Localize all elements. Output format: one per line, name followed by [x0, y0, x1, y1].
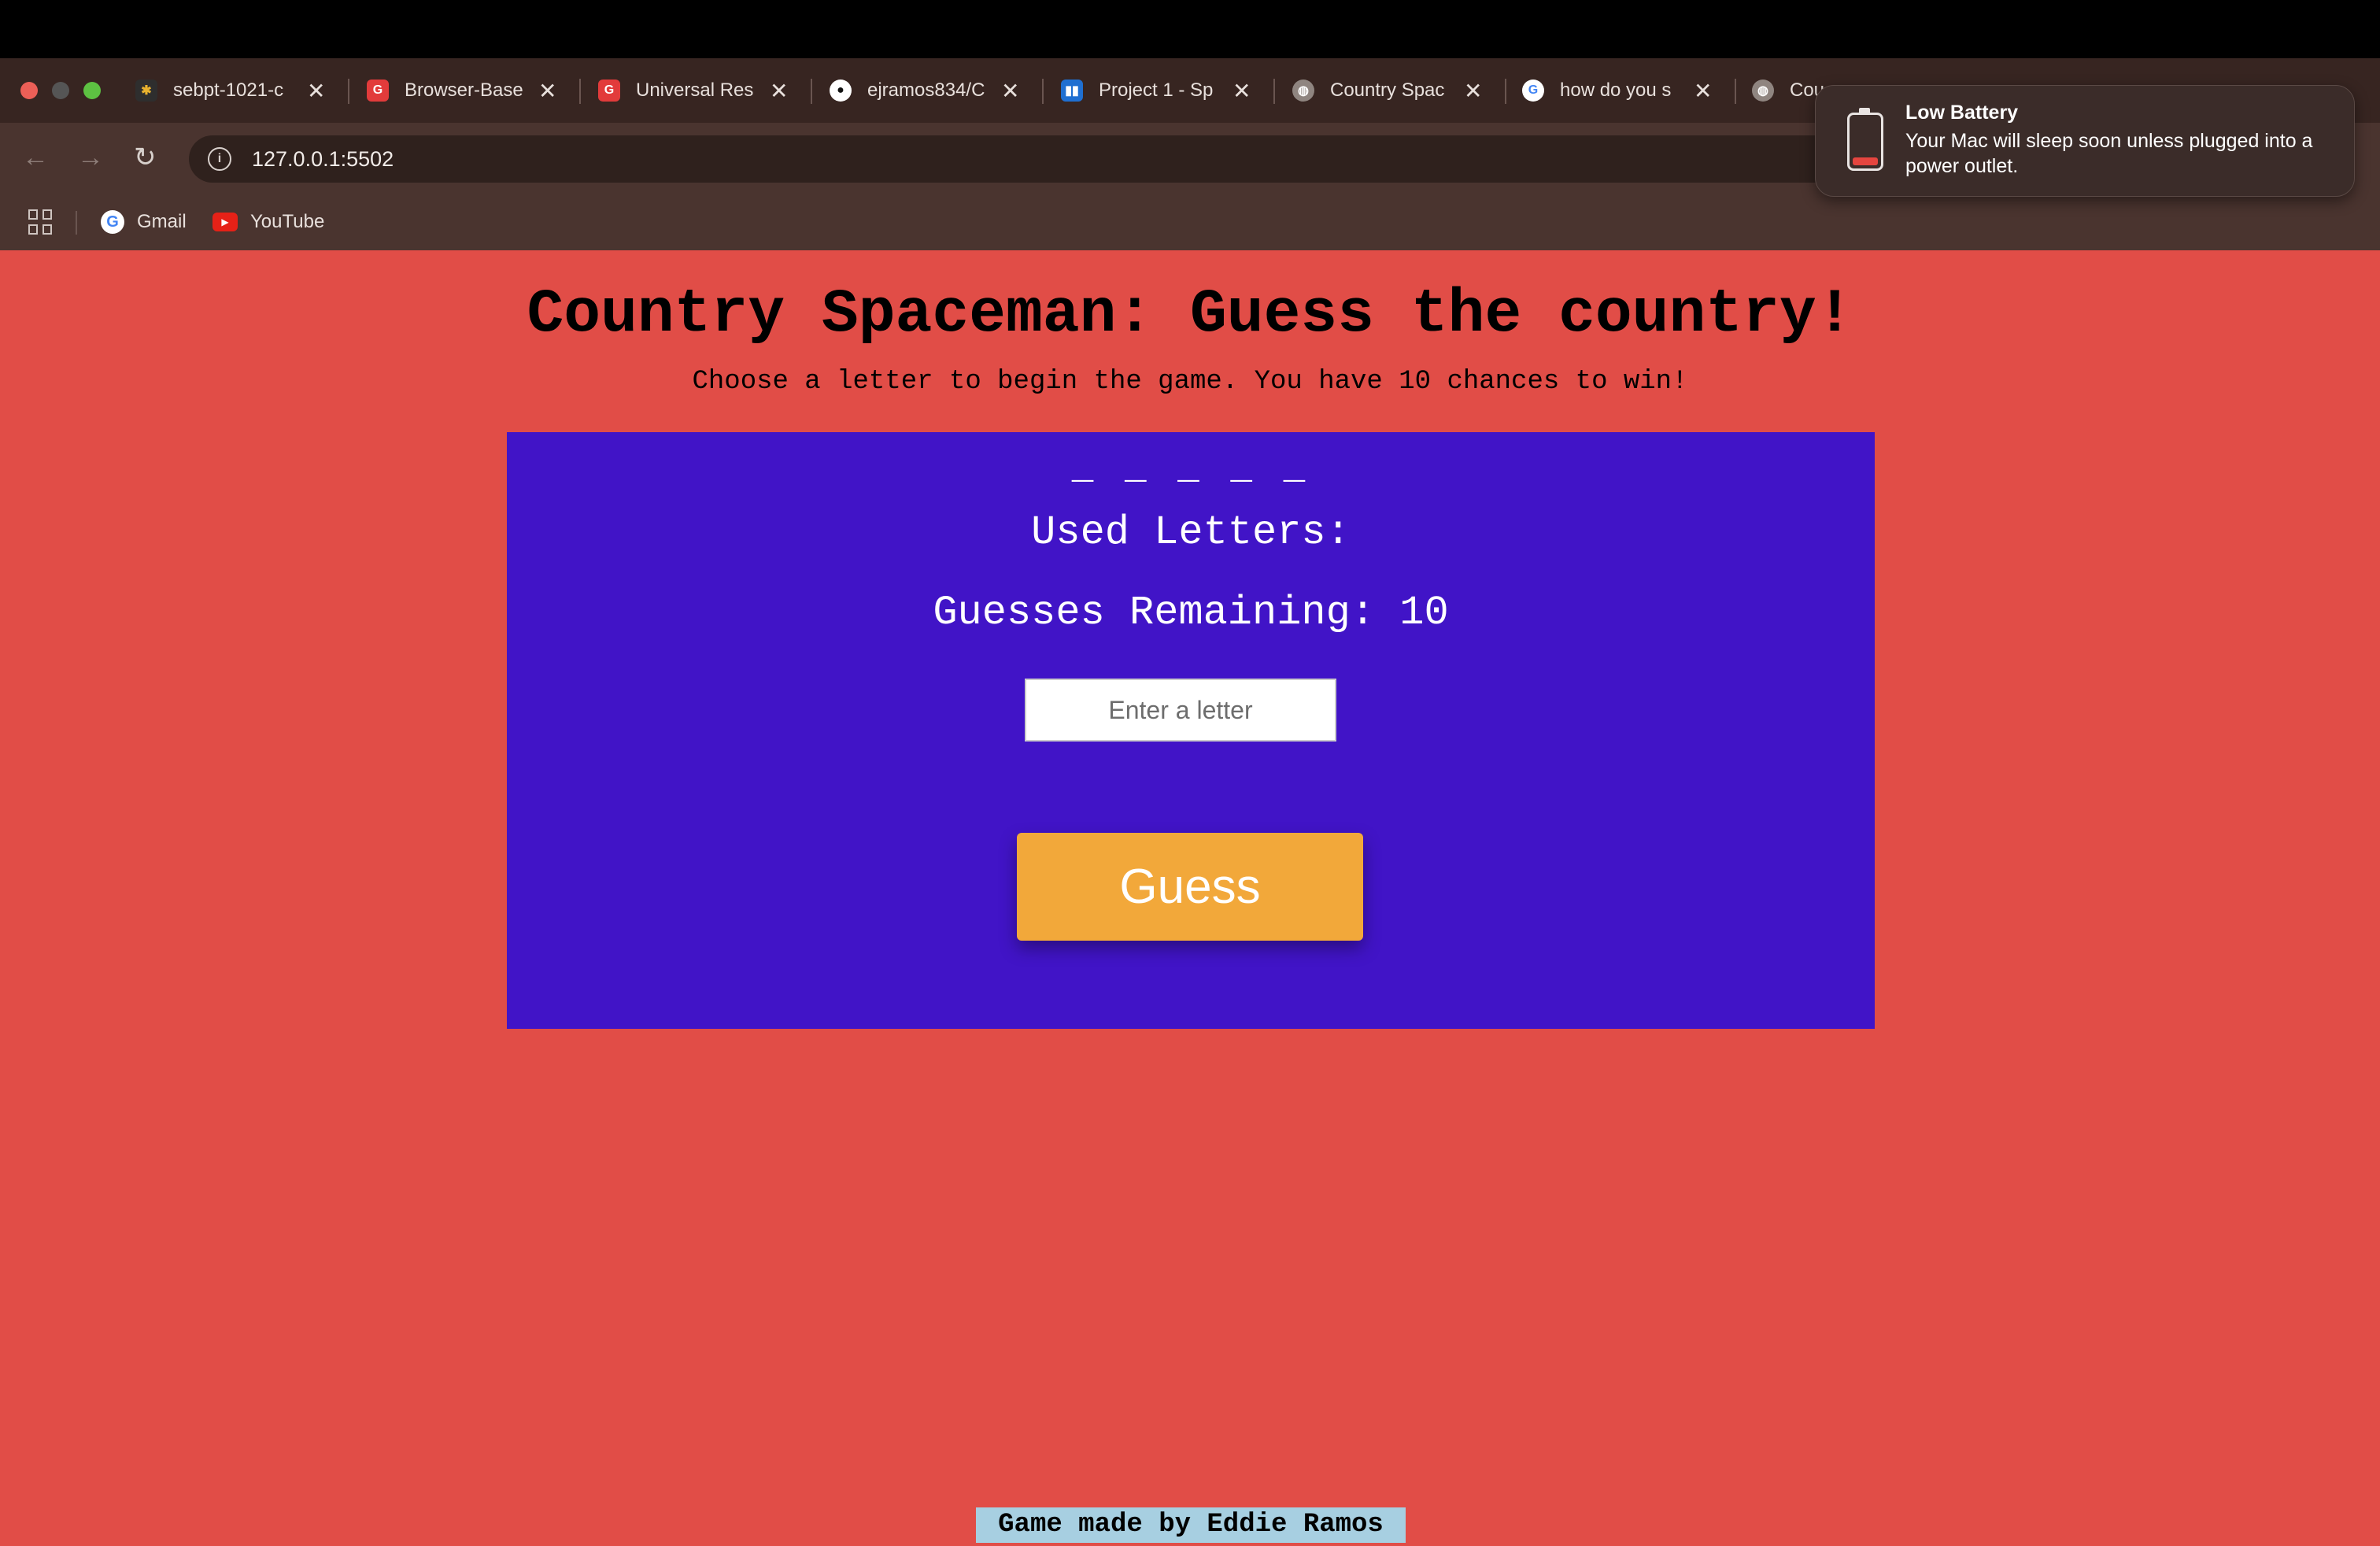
tab-divider	[1273, 79, 1275, 104]
game-instructions: Choose a letter to begin the game. You h…	[692, 367, 1688, 397]
tab-title: sebpt-1021-c	[173, 80, 284, 101]
tab-divider	[1042, 79, 1044, 104]
tab-divider	[579, 79, 581, 104]
word-blanks: _ _ _ _ _	[1071, 448, 1310, 489]
reload-icon[interactable]: ↻	[134, 142, 157, 173]
guess-button[interactable]: Guess	[1017, 833, 1363, 941]
google-icon: G	[101, 210, 124, 234]
forward-arrow-icon[interactable]: →	[77, 142, 104, 173]
url-text: 127.0.0.1:5502	[252, 146, 394, 171]
globe-icon: ◍	[1292, 80, 1314, 102]
globe-icon: ◍	[1752, 80, 1774, 102]
guesses-remaining: Guesses Remaining: 10	[933, 590, 1449, 636]
tab-divider	[1735, 79, 1736, 104]
tab-project-1[interactable]: ▮▮ Project 1 - Sp ✕	[1061, 68, 1251, 113]
notification-title: Low Battery	[1905, 102, 2019, 124]
tab-divider	[811, 79, 812, 104]
bookmark-divider	[76, 211, 77, 235]
close-tab-icon[interactable]: ✕	[538, 78, 556, 104]
minimize-window-button[interactable]	[52, 82, 69, 99]
tab-divider	[1505, 79, 1506, 104]
close-tab-icon[interactable]: ✕	[307, 78, 325, 104]
site-info-icon[interactable]: i	[208, 147, 231, 171]
close-tab-icon[interactable]: ✕	[1694, 78, 1712, 104]
low-battery-notification[interactable]: Low Battery Your Mac will sleep soon unl…	[1815, 85, 2355, 197]
address-bar[interactable]: i 127.0.0.1:5502	[189, 135, 1857, 183]
used-letters-label: Used Letters:	[1031, 509, 1351, 556]
trello-icon: ▮▮	[1061, 80, 1083, 102]
ga-icon: G	[598, 80, 620, 102]
bookmark-label: YouTube	[250, 211, 325, 232]
letter-input[interactable]	[1025, 679, 1336, 742]
google-icon: G	[1522, 80, 1544, 102]
tab-divider	[348, 79, 349, 104]
close-tab-icon[interactable]: ✕	[770, 78, 788, 104]
tab-browser-base[interactable]: G Browser-Base ✕	[367, 68, 556, 113]
youtube-icon: ▶	[213, 213, 238, 231]
github-icon: ●	[830, 80, 852, 102]
slack-icon: ✱	[135, 80, 157, 102]
low-battery-icon	[1847, 108, 1883, 171]
zoom-window-button[interactable]	[83, 82, 101, 99]
bookmark-label: Gmail	[137, 211, 187, 232]
close-tab-icon[interactable]: ✕	[1232, 78, 1251, 104]
close-tab-icon[interactable]: ✕	[1464, 78, 1482, 104]
menu-bar-strip	[0, 0, 2380, 58]
back-arrow-icon[interactable]: ←	[22, 142, 49, 173]
close-tab-icon[interactable]: ✕	[1001, 78, 1019, 104]
tab-title: Universal Res	[636, 80, 754, 101]
notification-body: Your Mac will sleep soon unless plugged …	[1905, 130, 2313, 177]
bookmarks-bar	[0, 194, 2380, 250]
bookmark-gmail[interactable]: G Gmail	[101, 206, 187, 238]
tab-sebpt[interactable]: ✱ sebpt-1021-c ✕	[135, 68, 325, 113]
bookmark-youtube[interactable]: ▶ YouTube	[213, 206, 324, 238]
tab-title: Country Spac	[1330, 80, 1445, 101]
apps-grid-icon[interactable]	[28, 209, 54, 235]
tab-country-spaceman[interactable]: ◍ Country Spac ✕	[1292, 68, 1482, 113]
footer-credit: Game made by Eddie Ramos	[976, 1507, 1406, 1543]
tab-how-do-you[interactable]: G how do you s ✕	[1522, 68, 1712, 113]
tab-universal-res[interactable]: G Universal Res ✕	[598, 68, 788, 113]
page-title: Country Spaceman: Guess the country!	[527, 280, 1853, 350]
tab-title: how do you s	[1560, 80, 1672, 101]
tab-ejramos834[interactable]: ● ejramos834/C ✕	[830, 68, 1019, 113]
ga-icon: G	[367, 80, 389, 102]
game-panel: _ _ _ _ _ Used Letters: Guesses Remainin…	[507, 432, 1875, 1029]
close-window-button[interactable]	[20, 82, 38, 99]
tab-title: Project 1 - Sp	[1099, 80, 1214, 101]
tab-title: ejramos834/C	[867, 80, 985, 101]
tab-title: Browser-Base	[405, 80, 523, 101]
